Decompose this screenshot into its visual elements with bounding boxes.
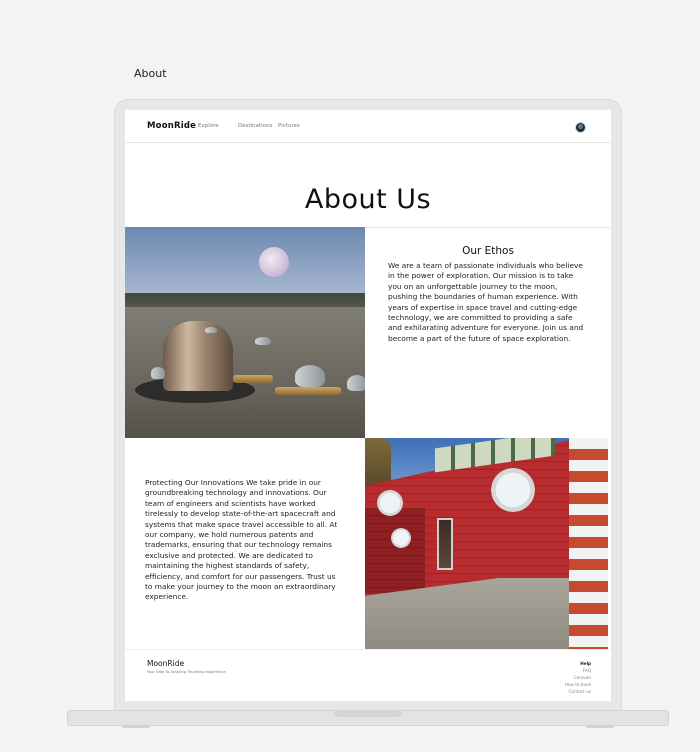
ethos-paragraph: We are a team of passionate individuals … bbox=[388, 261, 584, 343]
nav-link-destinations[interactable]: Destinations bbox=[238, 123, 272, 129]
nav-link-explore[interactable]: Explore bbox=[198, 123, 219, 129]
innovations-paragraph: Protecting Our Innovations We take pride… bbox=[145, 478, 338, 602]
screen: MoonRide Explore Destinations Pictures A… bbox=[125, 110, 611, 701]
footer-link-caravan[interactable]: Caravan bbox=[565, 674, 591, 681]
nav-link-pictures[interactable]: Pictures bbox=[278, 123, 300, 129]
moon-icon bbox=[259, 247, 289, 277]
laptop-foot-left bbox=[122, 726, 150, 728]
top-nav: MoonRide Explore Destinations Pictures bbox=[125, 110, 611, 143]
divider bbox=[365, 227, 611, 228]
footer-link-how-to-book[interactable]: How to book bbox=[565, 681, 591, 688]
footer: MoonRide Your Gate To Amazing Travelling… bbox=[125, 649, 611, 701]
red-building-image bbox=[365, 438, 608, 649]
ethos-heading: Our Ethos bbox=[462, 245, 514, 257]
page-title: About Us bbox=[304, 184, 432, 215]
brand-logo[interactable]: MoonRide bbox=[147, 121, 196, 131]
avatar[interactable] bbox=[575, 122, 586, 133]
footer-brand[interactable]: MoonRide bbox=[147, 659, 184, 668]
laptop-foot-right bbox=[586, 726, 614, 728]
footer-link-faq[interactable]: FAQ bbox=[565, 667, 591, 674]
footer-tagline: Your Gate To Amazing Travelling experien… bbox=[147, 670, 226, 674]
footer-link-help[interactable]: Help bbox=[565, 660, 591, 667]
moon-colony-image bbox=[125, 227, 365, 438]
frame-label: About bbox=[134, 67, 167, 80]
footer-links: Help FAQ Caravan How to book Contact us bbox=[565, 660, 591, 695]
footer-link-contact[interactable]: Contact us bbox=[565, 688, 591, 695]
laptop-notch bbox=[334, 710, 402, 717]
